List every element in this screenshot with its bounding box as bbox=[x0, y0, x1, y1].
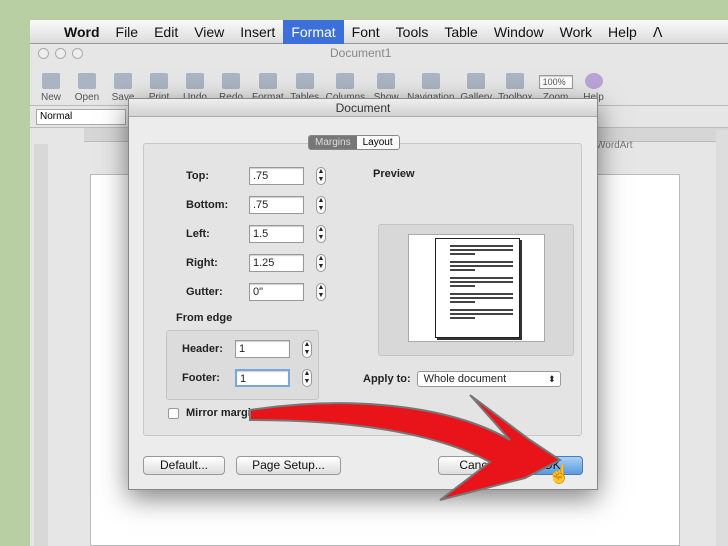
vertical-scrollbar[interactable] bbox=[716, 130, 728, 546]
menu-word[interactable]: Word bbox=[56, 20, 108, 44]
header-row: Header: 1 ▲ ▼ bbox=[182, 340, 312, 358]
from-edge-label: From edge bbox=[176, 312, 233, 324]
print-icon bbox=[150, 73, 168, 89]
menu-insert[interactable]: Insert bbox=[232, 20, 283, 44]
preview-area bbox=[378, 224, 574, 356]
from-edge-group: Header: 1 ▲ ▼ Footer: 1 ▲ ▼ bbox=[166, 330, 319, 400]
tables-icon bbox=[295, 73, 314, 89]
menu-view[interactable]: View bbox=[186, 20, 232, 44]
bottom-stepper[interactable]: ▲ ▼ bbox=[316, 196, 326, 214]
dialog-tabs: Margins Layout bbox=[308, 135, 400, 150]
zoom-input[interactable]: 100% bbox=[538, 75, 573, 89]
wordart-tab[interactable]: WordArt bbox=[596, 140, 633, 151]
bottom-input[interactable]: .75 bbox=[249, 196, 304, 214]
navigation-icon bbox=[421, 73, 440, 89]
toolbar-new[interactable]: New bbox=[36, 73, 66, 105]
preview-label: Preview bbox=[373, 168, 415, 180]
menu-font[interactable]: Font bbox=[344, 20, 388, 44]
title-bar: Document1 bbox=[30, 44, 728, 62]
footer-stepper[interactable]: ▲ ▼ bbox=[302, 369, 312, 387]
undo-icon bbox=[186, 73, 204, 89]
menu-edit[interactable]: Edit bbox=[146, 20, 186, 44]
header-label: Header: bbox=[182, 343, 223, 355]
gutter-row: Gutter: 0" ▲ ▼ bbox=[186, 283, 326, 301]
header-stepper[interactable]: ▲ ▼ bbox=[302, 340, 312, 358]
close-window-button[interactable] bbox=[38, 47, 49, 59]
apply-to-label: Apply to: bbox=[363, 373, 411, 385]
menu-work[interactable]: Work bbox=[552, 20, 600, 44]
footer-label: Footer: bbox=[182, 372, 220, 384]
footer-row: Footer: 1 ▲ ▼ bbox=[182, 369, 312, 387]
hand-cursor-icon: ☝ bbox=[548, 464, 571, 484]
cancel-button[interactable]: Cancel bbox=[438, 456, 518, 475]
page-preview-image bbox=[435, 238, 520, 338]
gutter-label: Gutter: bbox=[186, 286, 223, 298]
menu-bar: Word File Edit View Insert Format Font T… bbox=[30, 19, 728, 44]
script-menu-icon[interactable]: ⴷ bbox=[645, 20, 671, 44]
bottom-row: Bottom: .75 ▲ ▼ bbox=[186, 196, 326, 214]
apply-to-select[interactable]: Whole document bbox=[416, 371, 561, 387]
toolbar-open[interactable]: Open bbox=[72, 73, 102, 105]
apple-menu-icon[interactable] bbox=[30, 20, 56, 44]
tab-layout[interactable]: Layout bbox=[356, 136, 399, 149]
pilcrow-icon bbox=[377, 73, 396, 89]
left-row: Left: 1.5 ▲ ▼ bbox=[186, 225, 326, 243]
vertical-ruler[interactable] bbox=[34, 144, 48, 546]
left-label: Left: bbox=[186, 228, 210, 240]
bottom-label: Bottom: bbox=[186, 199, 229, 211]
top-input[interactable]: .75 bbox=[249, 167, 304, 185]
menu-table[interactable]: Table bbox=[436, 20, 485, 44]
footer-input[interactable]: 1 bbox=[235, 369, 290, 387]
label: Open bbox=[74, 92, 100, 103]
redo-icon bbox=[222, 73, 240, 89]
right-row: Right: 1.25 ▲ ▼ bbox=[186, 254, 326, 272]
window-title: Document1 bbox=[330, 46, 392, 60]
style-select[interactable]: Normal bbox=[36, 108, 126, 125]
gutter-input[interactable]: 0" bbox=[249, 283, 304, 301]
left-stepper[interactable]: ▲ ▼ bbox=[316, 225, 326, 243]
new-icon bbox=[42, 73, 60, 89]
label: New bbox=[40, 92, 61, 103]
format-brush-icon bbox=[258, 73, 277, 89]
dialog-title: Document bbox=[129, 99, 597, 117]
page-setup-button[interactable]: Page Setup... bbox=[236, 456, 341, 475]
menu-tools[interactable]: Tools bbox=[388, 20, 437, 44]
menu-help[interactable]: Help bbox=[600, 20, 645, 44]
columns-icon bbox=[336, 73, 355, 89]
minimize-window-button[interactable] bbox=[55, 47, 66, 59]
mirror-row: Mirror margins bbox=[168, 407, 264, 419]
menu-file[interactable]: File bbox=[108, 20, 147, 44]
menu-format[interactable]: Format bbox=[283, 19, 344, 44]
mirror-margins-checkbox[interactable] bbox=[168, 407, 179, 419]
save-icon bbox=[114, 73, 132, 89]
header-input[interactable]: 1 bbox=[235, 340, 290, 358]
right-input[interactable]: 1.25 bbox=[249, 254, 304, 272]
gutter-stepper[interactable]: ▲ ▼ bbox=[316, 283, 326, 301]
zoom-window-button[interactable] bbox=[72, 47, 83, 59]
margins-panel: Top: .75 ▲ ▼ Bottom: .75 ▲ ▼ Left: 1.5 ▲ ▼ Right:… bbox=[143, 143, 582, 436]
right-stepper[interactable]: ▲ ▼ bbox=[316, 254, 326, 272]
tab-margins[interactable]: Margins bbox=[309, 136, 357, 149]
gallery-icon bbox=[467, 73, 486, 89]
toolbox-icon bbox=[506, 73, 525, 89]
top-label: Top: bbox=[186, 170, 210, 182]
left-input[interactable]: 1.5 bbox=[249, 225, 304, 243]
default-button[interactable]: Default... bbox=[143, 456, 225, 475]
right-label: Right: bbox=[186, 257, 218, 269]
menu-window[interactable]: Window bbox=[486, 20, 552, 44]
top-stepper[interactable]: ▲ ▼ bbox=[316, 167, 326, 185]
open-icon bbox=[78, 73, 96, 89]
apply-to-row: Apply to: Whole document bbox=[363, 371, 561, 387]
mirror-margins-label: Mirror margins bbox=[186, 407, 264, 419]
top-row: Top: .75 ▲ ▼ bbox=[186, 167, 326, 185]
help-icon bbox=[584, 73, 603, 89]
document-dialog: Document Margins Layout Top: .75 ▲ ▼ Bottom… bbox=[128, 98, 598, 490]
